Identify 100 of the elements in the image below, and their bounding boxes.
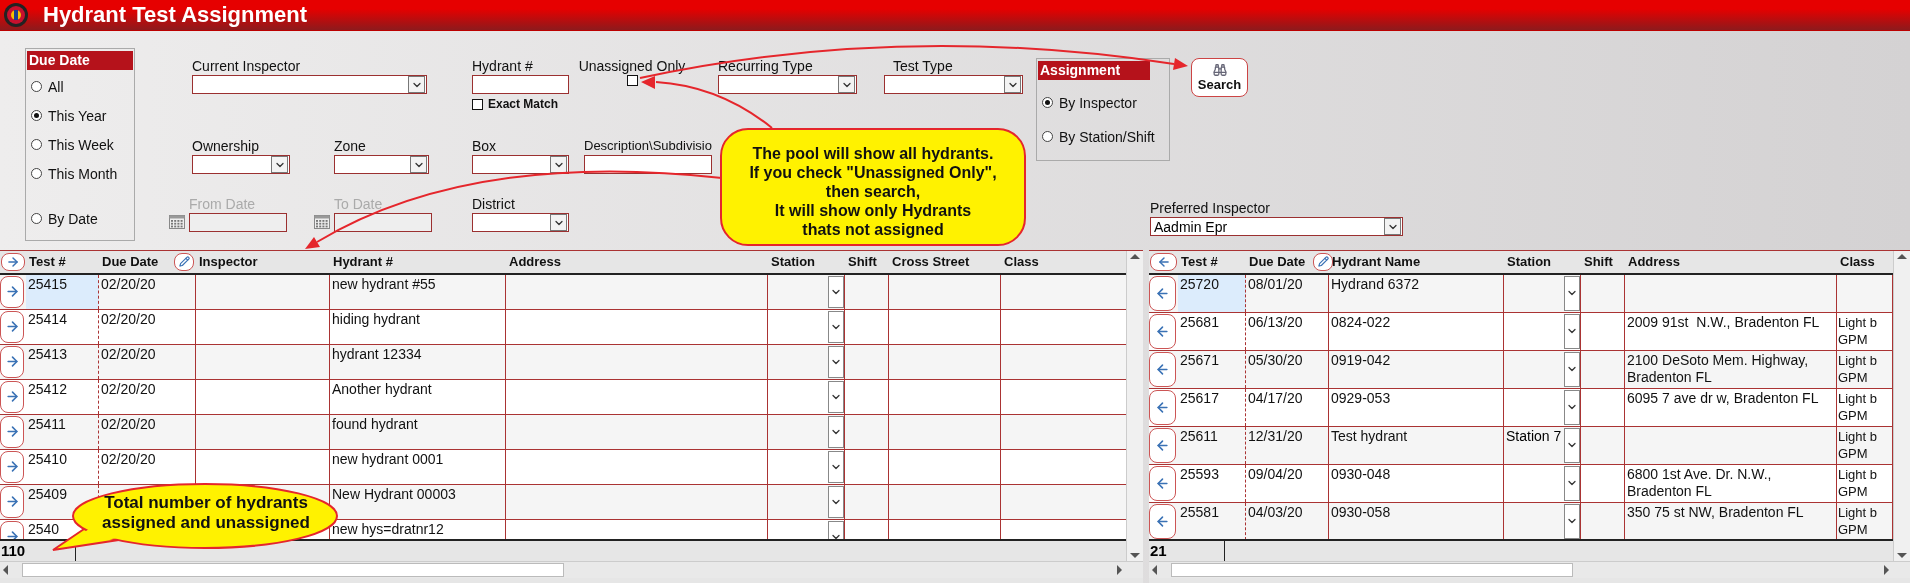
table-row[interactable]: 25413 02/20/20 hydrant 12334 [0,344,1126,380]
input-field[interactable] [472,75,569,94]
right-arrow-icon[interactable] [4,284,20,300]
right-arrow-button[interactable] [0,345,24,378]
dropdown-button[interactable] [1564,503,1580,539]
dropdown-button[interactable] [828,485,844,518]
dropdown-button[interactable] [828,380,844,413]
left-arrow-button[interactable] [1149,351,1176,387]
table-row[interactable]: 25414 02/20/20 hiding hydrant [0,309,1126,345]
right-arrow-icon[interactable] [4,354,20,370]
dropdown-button[interactable] [828,415,844,448]
radio-button[interactable] [31,110,42,121]
right-arrow-button[interactable] [0,415,24,448]
right-arrow-button[interactable] [0,450,24,483]
dropdown-button[interactable] [828,275,844,308]
table-cell: hydrant 12334 [330,344,506,379]
radio-button[interactable] [31,213,42,224]
left-arrow-button[interactable] [1150,252,1177,271]
scrollbar[interactable] [0,561,1143,578]
radio-label[interactable]: This Month [48,165,118,182]
calendar-icon[interactable] [169,215,185,229]
table-cell: 02/20/20 [99,274,196,309]
left-arrow-button[interactable] [1149,427,1176,463]
right-arrow-icon[interactable] [4,319,20,335]
checkbox[interactable] [472,98,483,110]
scrollbar[interactable] [1126,251,1143,561]
field-label: Ownership [192,137,260,155]
input-field[interactable] [584,155,712,174]
radio-button[interactable] [1042,131,1053,142]
edit-button[interactable] [1313,252,1334,271]
dropdown-button[interactable] [1564,427,1580,463]
table-cell: 25412 [26,379,99,414]
table-cell: new hydrant 0001 [330,449,506,484]
table-cell: 09/04/20 [1246,464,1329,502]
checkbox[interactable] [626,75,638,86]
radio-label[interactable]: This Week [48,136,114,153]
pencil-icon[interactable] [1317,256,1329,268]
left-arrow-button[interactable] [1149,465,1176,501]
dropdown-button[interactable] [828,450,844,483]
right-arrow-icon[interactable] [4,459,20,475]
table-cell: 0930-048 [1329,464,1504,502]
dropdown-field[interactable] [472,155,569,174]
dropdown-button[interactable] [1564,465,1580,501]
left-arrow-button[interactable] [1149,503,1176,539]
table-row[interactable]: 25681 06/13/20 0824-022 2009 91st N.W., Bradenton FL Light b GPM [1149,312,1893,351]
radio-button[interactable] [1042,97,1053,108]
dropdown-button[interactable] [1564,275,1580,311]
right-arrow-icon[interactable] [4,424,20,440]
callout-tooltip: The pool will show all hydrants. If you check "Unassigned Only", then search, It will show only Hydrants thats not assigned [720,128,1026,246]
radio-label[interactable]: By Date [48,210,98,227]
right-arrow-button[interactable] [0,275,24,308]
right-arrow-button[interactable] [0,485,24,518]
table-row[interactable]: 25720 08/01/20 Hydrand 6372 [1149,274,1893,313]
dropdown-field[interactable] [884,75,1023,94]
dropdown-field[interactable] [192,75,427,94]
dropdown-field[interactable] [334,155,429,174]
radio-label[interactable]: All [48,78,64,95]
calendar-icon[interactable] [314,215,330,229]
table-cell: 02/20/20 [99,344,196,379]
dropdown-button[interactable] [1564,351,1580,387]
table-row[interactable]: 25593 09/04/20 0930-048 6800 1st Ave. Dr. N.W., Bradenton FL Light b GPM [1149,464,1893,503]
left-arrow-button[interactable] [1149,275,1176,311]
radio-button[interactable] [31,81,42,92]
radio-label[interactable]: By Station/Shift [1059,128,1155,145]
pencil-icon[interactable] [178,256,190,268]
radio-button[interactable] [31,139,42,150]
dropdown-field[interactable]: Aadmin Epr [1150,217,1403,236]
dropdown-field[interactable] [192,155,290,174]
search-button[interactable]: Search [1191,58,1248,97]
dropdown-button[interactable] [1564,389,1580,425]
radio-label[interactable]: By Inspector [1059,94,1137,111]
column-header: Address [1628,254,1681,270]
table-row[interactable]: 25671 05/30/20 0919-042 2100 DeSoto Mem. Highway, Bradenton FL Light b GPM [1149,350,1893,389]
scrollbar[interactable] [1893,251,1910,561]
table-row[interactable]: 25410 02/20/20 new hydrant 0001 [0,449,1126,485]
left-arrow-button[interactable] [1149,313,1176,349]
column-header: Address [509,254,562,270]
dropdown-button[interactable] [828,310,844,343]
radio-button[interactable] [31,168,42,179]
table-cell: new hydrant #55 [330,274,506,309]
table-row[interactable]: 25411 02/20/20 found hydrant [0,414,1126,450]
right-arrow-button[interactable] [1,252,25,271]
scrollbar[interactable] [1149,561,1910,578]
right-arrow-icon[interactable] [4,389,20,405]
table-row[interactable]: 25617 04/17/20 0929-053 6095 7 ave dr w, Bradenton FL Light b GPM [1149,388,1893,427]
table-row[interactable]: 25412 02/20/20 Another hydrant [0,379,1126,415]
table-cell: 0929-053 [1329,388,1504,426]
dropdown-button[interactable] [1564,313,1580,349]
dropdown-field[interactable] [718,75,857,94]
binoculars-icon[interactable] [1212,63,1227,77]
table-row[interactable]: 25611 12/31/20 Test hydrant Station 7 Light b GPM [1149,426,1893,465]
left-arrow-button[interactable] [1149,389,1176,425]
table-row[interactable]: 25581 04/03/20 0930-058 350 75 st NW, Bradenton FL Light b GPM [1149,502,1893,539]
radio-label[interactable]: This Year [48,107,107,124]
right-arrow-button[interactable] [0,380,24,413]
right-arrow-icon[interactable] [4,494,20,510]
right-arrow-button[interactable] [0,310,24,343]
dropdown-field[interactable] [472,213,569,232]
table-row[interactable]: 25415 02/20/20 new hydrant #55 [0,274,1126,310]
dropdown-button[interactable] [828,345,844,378]
